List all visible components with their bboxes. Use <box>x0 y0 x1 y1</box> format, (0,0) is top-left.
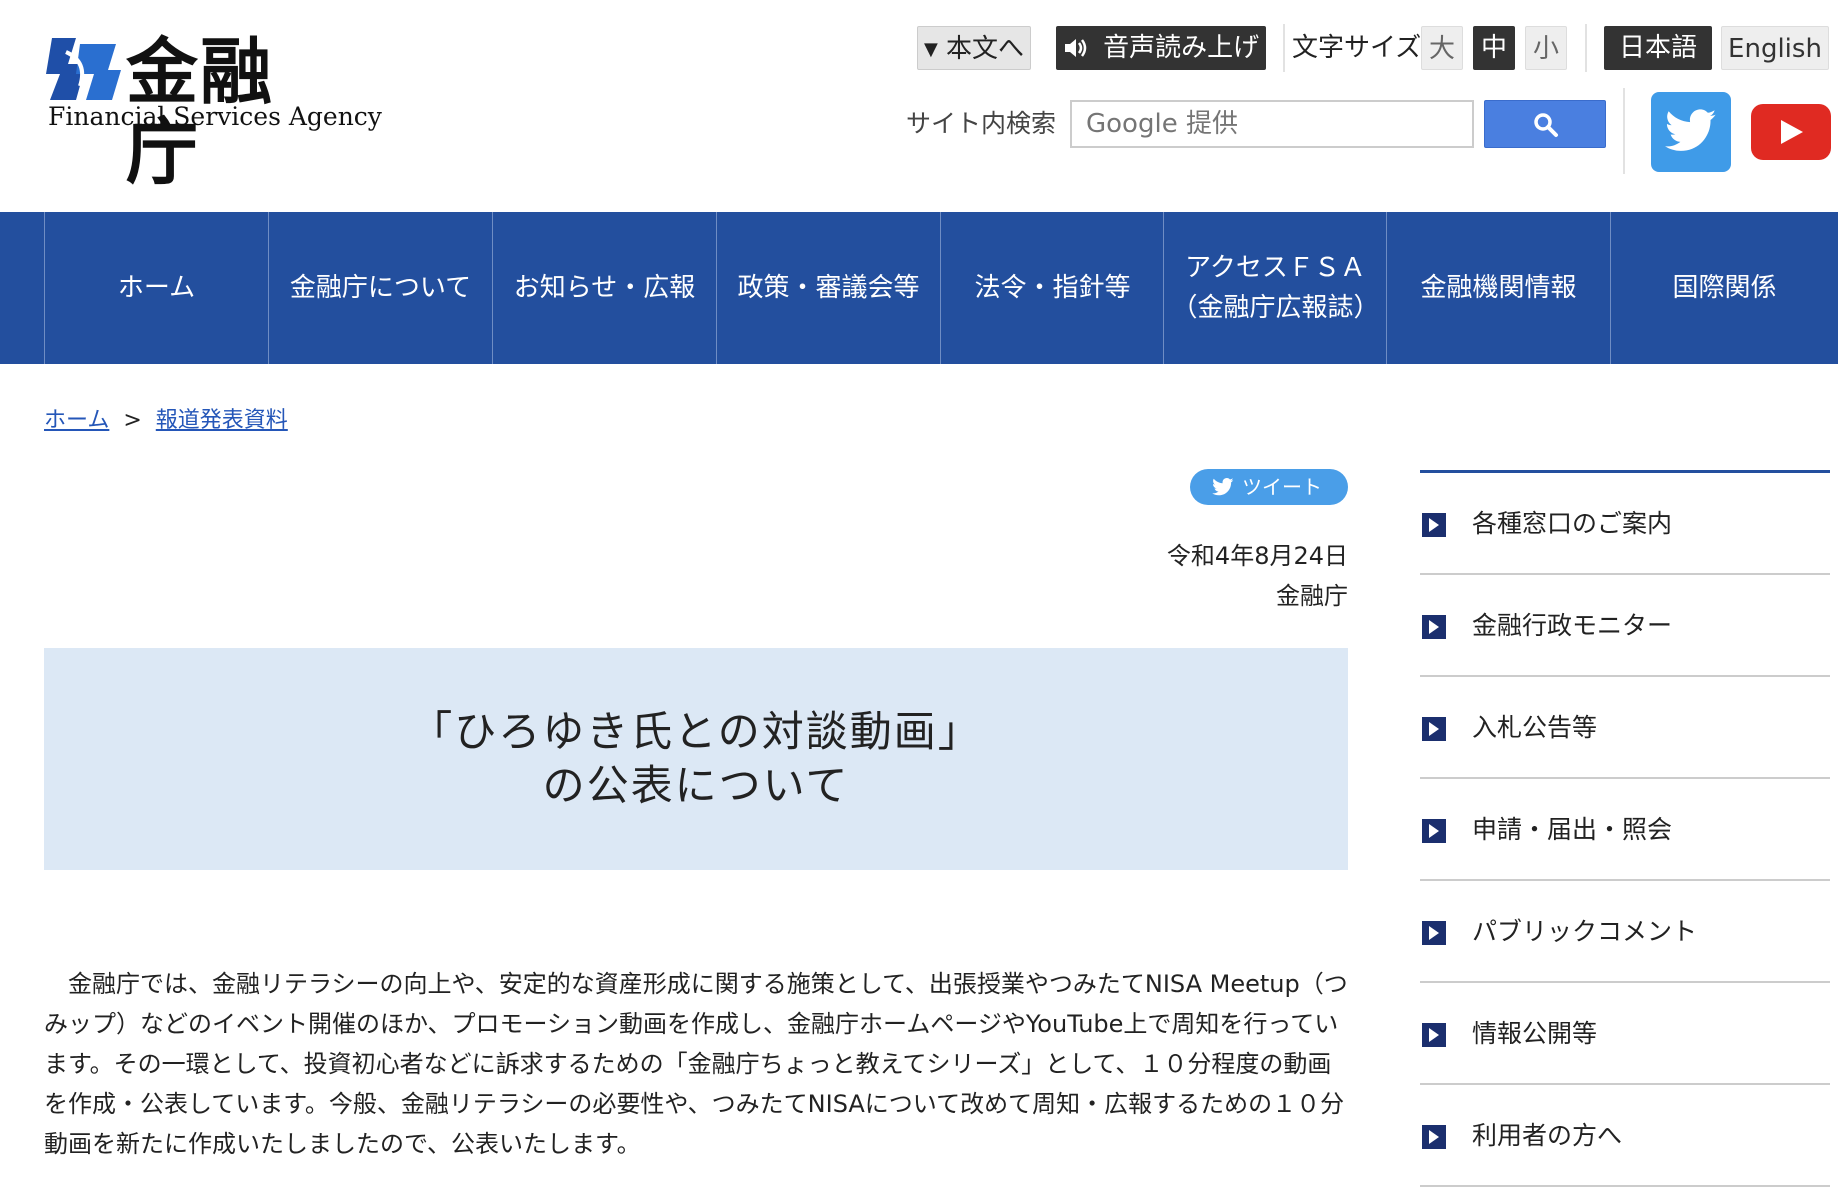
sidebar-item-monitor[interactable]: 金融行政モニター <box>1420 575 1830 677</box>
nav-item-access-fsa[interactable]: アクセスＦＳＡ （金融庁広報誌） <box>1163 212 1387 364</box>
arrow-right-icon <box>1422 819 1446 843</box>
arrow-right-icon <box>1422 615 1446 639</box>
nav-item-laws[interactable]: 法令・指針等 <box>940 212 1164 364</box>
arrow-right-icon <box>1422 1023 1446 1047</box>
sidebar-item-label: 利用者の方へ <box>1472 1121 1623 1150</box>
nav-item-policy[interactable]: 政策・審議会等 <box>716 212 940 364</box>
search-icon <box>1534 113 1558 137</box>
skip-to-content-button[interactable]: ▼ 本文へ <box>917 26 1031 70</box>
voice-reading-label: 音声読み上げ <box>1103 33 1260 63</box>
divider <box>1283 24 1285 72</box>
divider <box>1585 24 1587 72</box>
logo-subtitle: Financial Services Agency <box>48 102 382 131</box>
breadcrumb-home-link[interactable]: ホーム <box>44 408 109 433</box>
arrow-right-icon <box>1422 1125 1446 1149</box>
arrow-right-icon <box>1422 513 1446 537</box>
sidebar-item-label: 各種窓口のご案内 <box>1472 509 1673 538</box>
tweet-label: ツイート <box>1242 475 1322 499</box>
twitter-link[interactable] <box>1651 92 1731 172</box>
breadcrumb-separator: > <box>123 408 142 433</box>
nav-item-institutions[interactable]: 金融機関情報 <box>1386 212 1610 364</box>
breadcrumb: ホーム > 報道発表資料 <box>44 402 288 434</box>
nav-item-label: 政策・審議会等 <box>737 273 920 303</box>
publisher: 金融庁 <box>1276 582 1348 610</box>
search-field[interactable] <box>1070 100 1474 148</box>
sidebar-item-contact[interactable]: 各種窓口のご案内 <box>1420 473 1830 575</box>
divider <box>1623 88 1625 174</box>
global-nav: ホーム 金融庁について お知らせ・広報 政策・審議会等 法令・指針等 アクセスＦ… <box>0 212 1838 364</box>
sidebar-item-label: 情報公開等 <box>1472 1019 1598 1048</box>
nav-item-about[interactable]: 金融庁について <box>268 212 492 364</box>
speaker-icon <box>1064 39 1087 57</box>
twitter-icon <box>1665 109 1717 151</box>
nav-item-international[interactable]: 国際関係 <box>1610 212 1838 364</box>
youtube-icon <box>1781 120 1803 144</box>
sidebar-item-label: 入札公告等 <box>1472 713 1598 742</box>
sidebar-item-applications[interactable]: 申請・届出・照会 <box>1420 779 1830 881</box>
nav-item-label: 金融機関情報 <box>1420 273 1577 303</box>
nav-item-home[interactable]: ホーム <box>44 212 268 364</box>
sidebar-item-disclosure[interactable]: 情報公開等 <box>1420 983 1830 1085</box>
twitter-icon <box>1212 478 1234 496</box>
site-header: 金融庁 Financial Services Agency ▼ 本文へ 音声読み… <box>0 0 1838 212</box>
nav-item-label: お知らせ・広報 <box>513 273 696 303</box>
site-logo[interactable]: 金融庁 Financial Services Agency <box>46 32 382 192</box>
sidebar-item-label: 金融行政モニター <box>1472 611 1673 640</box>
nav-item-label: 国際関係 <box>1672 273 1777 303</box>
sidebar-item-label: 申請・届出・照会 <box>1472 815 1673 844</box>
search-input[interactable] <box>1072 102 1472 146</box>
sidebar-item-public-comment[interactable]: パブリックコメント <box>1420 881 1830 983</box>
lang-japanese-button[interactable]: 日本語 <box>1604 26 1712 70</box>
font-size-large-button[interactable]: 大 <box>1421 26 1463 70</box>
search-label: サイト内検索 <box>906 109 1057 138</box>
voice-reading-button[interactable]: 音声読み上げ <box>1056 26 1266 70</box>
article-title-box: 「ひろゆき氏との対談動画」 の公表について <box>44 648 1348 870</box>
nav-item-label: アクセスＦＳＡ （金融庁広報誌） <box>1171 253 1380 323</box>
title-line-2: の公表について <box>542 761 850 810</box>
publish-date: 令和4年8月24日 <box>1166 542 1348 570</box>
arrow-right-icon <box>1422 717 1446 741</box>
search-button[interactable] <box>1484 100 1606 148</box>
nav-item-label: 法令・指針等 <box>974 273 1131 303</box>
sidebar-item-bidding[interactable]: 入札公告等 <box>1420 677 1830 779</box>
font-size-medium-button[interactable]: 中 <box>1473 26 1515 70</box>
page-title: 「ひろゆき氏との対談動画」 の公表について <box>410 705 982 813</box>
youtube-link[interactable] <box>1751 104 1831 160</box>
lang-english-button[interactable]: English <box>1721 26 1829 70</box>
fsa-logo-icon <box>46 38 121 100</box>
triangle-down-icon: ▼ <box>923 39 938 60</box>
font-size-small-button[interactable]: 小 <box>1525 26 1567 70</box>
nav-item-label: ホーム <box>117 273 196 303</box>
nav-item-news[interactable]: お知らせ・広報 <box>492 212 716 364</box>
breadcrumb-current-link[interactable]: 報道発表資料 <box>156 408 288 433</box>
article-body: 金融庁では、金融リテラシーの向上や、安定的な資産形成に関する施策として、出張授業… <box>44 970 1348 1158</box>
font-size-label: 文字サイズ <box>1292 33 1422 63</box>
nav-item-label: 金融庁について <box>289 273 472 303</box>
arrow-right-icon <box>1422 921 1446 945</box>
skip-to-content-label: 本文へ <box>946 34 1025 64</box>
sidebar-item-users[interactable]: 利用者の方へ <box>1420 1085 1830 1187</box>
tweet-button[interactable]: ツイート <box>1190 469 1348 505</box>
title-line-1: 「ひろゆき氏との対談動画」 <box>410 707 982 756</box>
sidebar-item-label: パブリックコメント <box>1472 917 1698 946</box>
